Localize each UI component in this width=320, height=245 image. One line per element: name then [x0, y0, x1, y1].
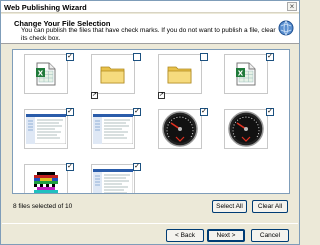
- file-tile[interactable]: ↗: [85, 50, 145, 104]
- file-checkbox[interactable]: ✓: [133, 108, 141, 116]
- wizard-header: Change Your File Selection You can publi…: [1, 14, 299, 44]
- file-checkbox[interactable]: ✓: [66, 163, 74, 171]
- file-checkbox[interactable]: [133, 53, 141, 61]
- close-icon: ×: [289, 2, 295, 11]
- file-checkbox[interactable]: ✓: [266, 53, 274, 61]
- footer-divider: [2, 223, 298, 224]
- file-checkbox[interactable]: [200, 53, 208, 61]
- clear-all-button[interactable]: Clear All: [252, 200, 288, 213]
- file-tile[interactable]: ✓: [152, 105, 212, 159]
- file-checkbox[interactable]: ✓: [266, 108, 274, 116]
- webpage-thumbnail: [24, 109, 68, 149]
- shortcut-arrow-icon: ↗: [91, 92, 98, 99]
- file-tile[interactable]: X ✓: [18, 50, 78, 104]
- folder-icon: [158, 54, 202, 94]
- svg-text:X: X: [238, 69, 244, 77]
- shortcut-arrow-icon: ↗: [158, 92, 165, 99]
- file-tile[interactable]: ↗: [152, 50, 212, 104]
- webpage-thumbnail: [91, 164, 135, 193]
- excel-file-icon: X: [24, 54, 68, 94]
- file-gallery[interactable]: X ✓ ↗ ↗ X ✓ ✓ ✓ ✓ ✓ ✓ ✓: [12, 49, 290, 194]
- file-tile[interactable]: ✓: [18, 160, 78, 193]
- page-description: You can publish the files that have chec…: [21, 27, 276, 42]
- speedometer-image: [224, 109, 268, 149]
- pixel-art-image: [24, 164, 68, 193]
- excel-file-icon: X: [224, 54, 268, 94]
- back-button[interactable]: < Back: [166, 229, 204, 242]
- file-tile[interactable]: ✓: [85, 160, 145, 193]
- speedometer-image: [158, 109, 202, 149]
- webpage-thumbnail: [91, 109, 135, 149]
- select-all-button[interactable]: Select All: [212, 200, 247, 213]
- selection-count: 8 files selected of 10: [13, 203, 73, 210]
- wizard-window: Web Publishing Wizard × Change Your File…: [0, 0, 300, 245]
- file-tile[interactable]: ✓: [18, 105, 78, 159]
- next-button[interactable]: Next >: [207, 229, 245, 242]
- file-tile[interactable]: X ✓: [218, 50, 278, 104]
- file-checkbox[interactable]: ✓: [133, 163, 141, 171]
- window-title: Web Publishing Wizard: [4, 3, 87, 12]
- wizard-globe-icon: [278, 20, 294, 36]
- title-bar: Web Publishing Wizard ×: [1, 1, 299, 13]
- folder-icon: [91, 54, 135, 94]
- file-checkbox[interactable]: ✓: [200, 108, 208, 116]
- svg-text:X: X: [38, 69, 44, 77]
- cancel-button[interactable]: Cancel: [251, 229, 289, 242]
- file-tile[interactable]: ✓: [85, 105, 145, 159]
- close-button[interactable]: ×: [287, 2, 297, 11]
- file-checkbox[interactable]: ✓: [66, 108, 74, 116]
- file-tile[interactable]: ✓: [218, 105, 278, 159]
- file-checkbox[interactable]: ✓: [66, 53, 74, 61]
